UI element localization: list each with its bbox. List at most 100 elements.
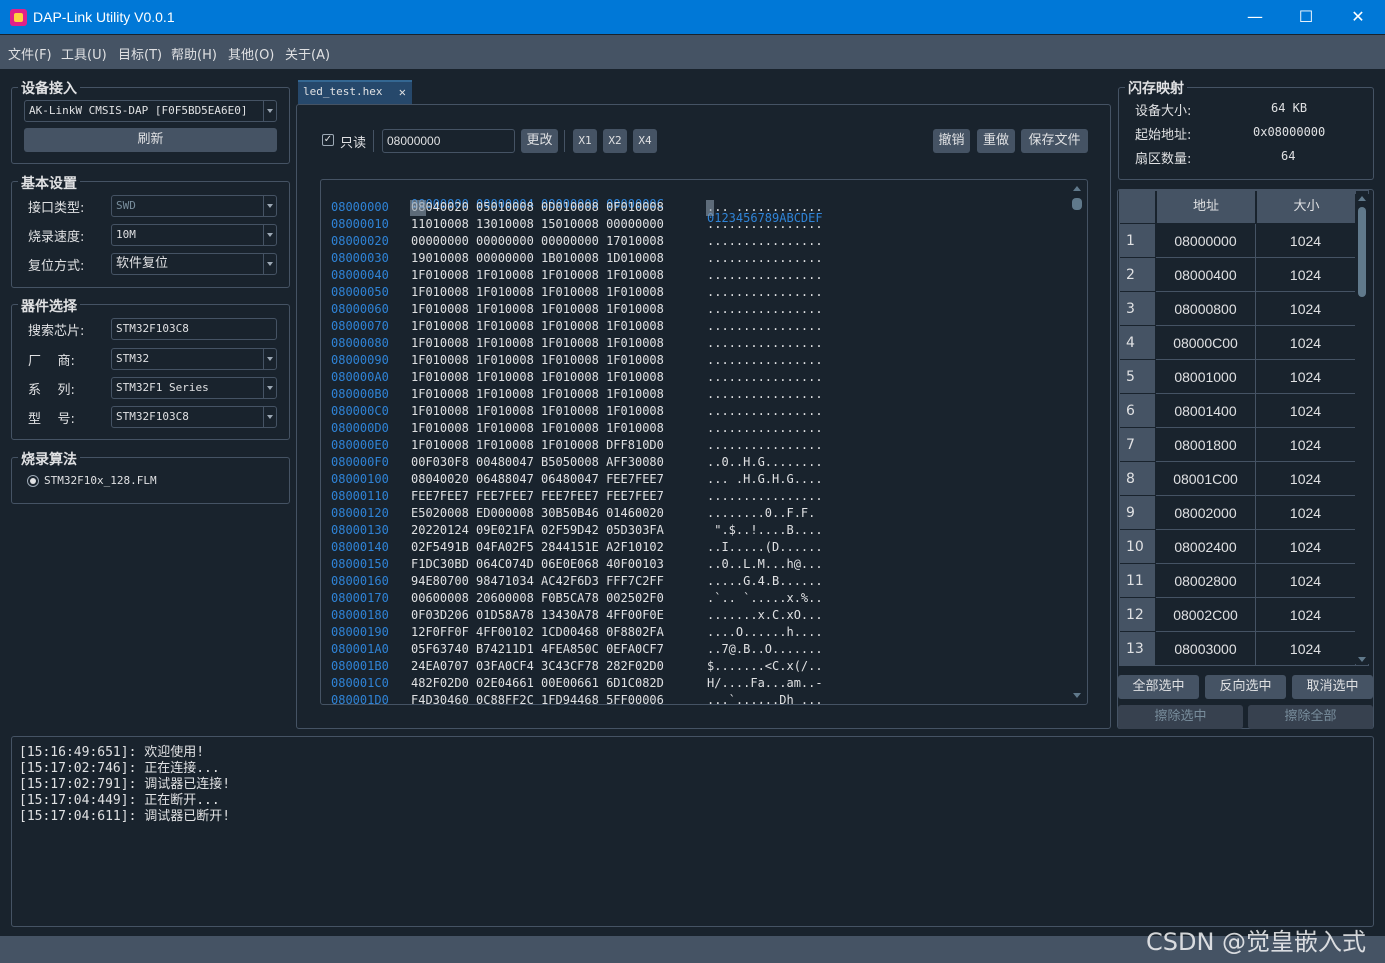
table-row[interactable]: 12 08002C00 1024 — [1120, 598, 1368, 632]
hex-scroll-thumb[interactable] — [1072, 198, 1082, 210]
sector-address-cell[interactable]: 08000800 — [1156, 292, 1256, 326]
algo-radio[interactable] — [27, 475, 39, 487]
sector-address-cell[interactable]: 08001000 — [1156, 360, 1256, 394]
sector-size-cell[interactable]: 1024 — [1256, 224, 1356, 258]
device-select[interactable]: AK-LinkW CMSIS-DAP [F0F5BD5EA6E0] — [24, 100, 277, 122]
menu-about[interactable]: 关于(A) — [285, 44, 330, 63]
row-number[interactable]: 11 — [1120, 564, 1155, 598]
table-scrollbar[interactable] — [1355, 194, 1369, 664]
x1-button[interactable]: X1 — [573, 129, 597, 153]
table-row[interactable]: 3 08000800 1024 — [1120, 292, 1368, 326]
redo-button[interactable]: 重做 — [977, 129, 1015, 153]
reset-select[interactable]: 软件复位 — [111, 253, 277, 275]
hex-scrollbar[interactable] — [1070, 184, 1084, 700]
sector-address-cell[interactable]: 08000400 — [1156, 258, 1256, 292]
speed-select[interactable]: 10M — [111, 224, 277, 246]
sector-address-cell[interactable]: 08000000 — [1156, 224, 1256, 258]
table-row[interactable]: 6 08001400 1024 — [1120, 394, 1368, 428]
sector-address-cell[interactable]: 08000C00 — [1156, 326, 1256, 360]
menu-target[interactable]: 目标(T) — [118, 44, 162, 63]
menu-other[interactable]: 其他(O) — [228, 44, 274, 63]
table-row[interactable]: 13 08003000 1024 — [1120, 632, 1368, 665]
sector-size-cell[interactable]: 1024 — [1256, 258, 1356, 292]
log-output[interactable]: [15:16:49:651]: 欢迎使用! [15:17:02:746]: 正在… — [11, 736, 1374, 927]
row-number[interactable]: 13 — [1120, 632, 1155, 665]
address-input[interactable]: 08000000 — [382, 129, 515, 153]
change-button[interactable]: 更改 — [521, 129, 558, 153]
vendor-select[interactable]: STM32 — [111, 348, 277, 370]
save-file-button[interactable]: 保存文件 — [1021, 129, 1088, 153]
sector-address-cell[interactable]: 08001400 — [1156, 394, 1256, 428]
hex-view[interactable]: 00000000 00000004 00000008 0000000C 0123… — [320, 179, 1088, 705]
minimize-button[interactable]: — — [1229, 0, 1281, 34]
scroll-up-icon[interactable] — [1073, 186, 1081, 191]
interface-select[interactable]: SWD — [111, 195, 277, 217]
sector-size-cell[interactable]: 1024 — [1256, 462, 1356, 496]
table-row[interactable]: 2 08000400 1024 — [1120, 258, 1368, 292]
sector-size-cell[interactable]: 1024 — [1256, 598, 1356, 632]
sector-size-cell[interactable]: 1024 — [1256, 394, 1356, 428]
menu-tools[interactable]: 工具(U) — [61, 44, 107, 63]
table-row[interactable]: 8 08001C00 1024 — [1120, 462, 1368, 496]
sector-size-cell[interactable]: 1024 — [1256, 360, 1356, 394]
x4-button[interactable]: X4 — [633, 129, 657, 153]
row-number[interactable]: 8 — [1120, 462, 1155, 496]
sector-address-cell[interactable]: 08002400 — [1156, 530, 1256, 564]
deselect-button[interactable]: 取消选中 — [1292, 675, 1373, 699]
maximize-button[interactable]: ☐ — [1280, 0, 1332, 34]
sector-size-cell[interactable]: 1024 — [1256, 632, 1356, 665]
column-header-size[interactable]: 大小 — [1256, 191, 1356, 223]
table-row[interactable]: 10 08002400 1024 — [1120, 530, 1368, 564]
readonly-checkbox[interactable]: ✓ — [322, 134, 334, 146]
table-row[interactable]: 1 08000000 1024 — [1120, 224, 1368, 258]
row-number[interactable]: 5 — [1120, 360, 1155, 394]
invert-selection-button[interactable]: 反向选中 — [1205, 675, 1286, 699]
table-row[interactable]: 5 08001000 1024 — [1120, 360, 1368, 394]
sector-address-cell[interactable]: 08002C00 — [1156, 598, 1256, 632]
sector-address-cell[interactable]: 08002000 — [1156, 496, 1256, 530]
sector-size-cell[interactable]: 1024 — [1256, 326, 1356, 360]
row-number[interactable]: 12 — [1120, 598, 1155, 632]
sector-size-cell[interactable]: 1024 — [1256, 530, 1356, 564]
sector-address-cell[interactable]: 08002800 — [1156, 564, 1256, 598]
row-number[interactable]: 1 — [1120, 224, 1155, 258]
row-number[interactable]: 2 — [1120, 258, 1155, 292]
sector-size-cell[interactable]: 1024 — [1256, 292, 1356, 326]
close-icon[interactable]: ✕ — [399, 85, 406, 99]
erase-selected-button[interactable]: 擦除选中 — [1118, 705, 1243, 729]
row-number[interactable]: 10 — [1120, 530, 1155, 564]
sector-address-cell[interactable]: 08001C00 — [1156, 462, 1256, 496]
row-number[interactable]: 6 — [1120, 394, 1155, 428]
flash-sector-table[interactable]: 地址 大小 1 08000000 1024 2 08000400 1024 3 0800080… — [1119, 190, 1369, 666]
model-select[interactable]: STM32F103C8 — [111, 406, 277, 428]
sector-size-cell[interactable]: 1024 — [1256, 496, 1356, 530]
tab-led-test-hex[interactable]: led_test.hex ✕ — [298, 80, 412, 104]
x2-button[interactable]: X2 — [603, 129, 627, 153]
row-number[interactable]: 4 — [1120, 326, 1155, 360]
refresh-button[interactable]: 刷新 — [24, 128, 277, 152]
table-row[interactable]: 11 08002800 1024 — [1120, 564, 1368, 598]
sector-size-cell[interactable]: 1024 — [1256, 428, 1356, 462]
table-row[interactable]: 7 08001800 1024 — [1120, 428, 1368, 462]
erase-all-button[interactable]: 擦除全部 — [1248, 705, 1373, 729]
close-button[interactable]: ✕ — [1332, 0, 1384, 34]
row-number[interactable]: 7 — [1120, 428, 1155, 462]
sector-address-cell[interactable]: 08003000 — [1156, 632, 1256, 665]
search-chip-input[interactable]: STM32F103C8 — [111, 318, 277, 340]
scroll-up-icon[interactable] — [1358, 196, 1366, 201]
table-row[interactable]: 9 08002000 1024 — [1120, 496, 1368, 530]
menu-help[interactable]: 帮助(H) — [171, 44, 217, 63]
row-number[interactable]: 9 — [1120, 496, 1155, 530]
scroll-down-icon[interactable] — [1358, 657, 1366, 662]
column-header-address[interactable]: 地址 — [1156, 191, 1255, 223]
undo-button[interactable]: 撤销 — [933, 129, 970, 153]
sector-size-cell[interactable]: 1024 — [1256, 564, 1356, 598]
series-select[interactable]: STM32F1 Series — [111, 377, 277, 399]
table-row[interactable]: 4 08000C00 1024 — [1120, 326, 1368, 360]
menu-file[interactable]: 文件(F) — [8, 44, 52, 63]
sector-address-cell[interactable]: 08001800 — [1156, 428, 1256, 462]
scroll-down-icon[interactable] — [1073, 693, 1081, 698]
row-number[interactable]: 3 — [1120, 292, 1155, 326]
select-all-button[interactable]: 全部选中 — [1118, 675, 1199, 699]
table-scroll-thumb[interactable] — [1358, 207, 1366, 297]
